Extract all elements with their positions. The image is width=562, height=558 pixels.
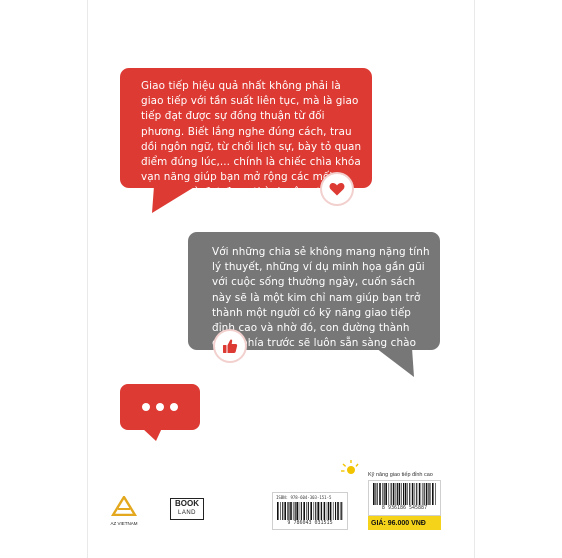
ellipsis-icon	[142, 403, 150, 411]
ellipsis-icon	[170, 403, 178, 411]
isbn-barcode-box: ISBN: 978-604-303-151-5 9 786043 031515	[272, 492, 348, 530]
quote-bubble-red: Giao tiếp hiệu quả nhất không phải là gi…	[120, 68, 372, 214]
az-vietnam-name: AZ VIETNAM	[110, 521, 138, 526]
price-barcode-digits: 8 936186 545887	[381, 505, 428, 511]
bubble-tail-dots	[142, 428, 162, 441]
bubble-tail-gray	[376, 348, 414, 377]
isbn-digits: 9 786043 031515	[287, 520, 333, 526]
bookland-line2: LAND	[177, 510, 196, 516]
thumbs-up-badge	[215, 331, 245, 361]
az-logo-icon	[110, 494, 138, 517]
az-vietnam-logo: AZ VIETNAM	[108, 494, 140, 526]
bubble-tail-red	[152, 186, 196, 213]
price-barcode-box: 8 936186 545887	[368, 480, 441, 516]
price-barcode	[373, 483, 436, 505]
ellipsis-icon	[156, 403, 164, 411]
bookland-logo: BOOK LAND	[170, 498, 204, 520]
bookland-line1: BOOK	[175, 499, 199, 508]
sun-icon	[341, 460, 359, 474]
typing-bubble	[120, 384, 200, 430]
barcode-book-title: Kỹ năng giao tiếp đỉnh cao	[368, 472, 433, 478]
heart-icon	[329, 182, 345, 196]
isbn-label: ISBN: 978-604-303-151-5	[276, 495, 332, 500]
heart-badge	[322, 174, 352, 204]
price-label: GIÁ: 96.000 VNĐ	[368, 516, 441, 530]
thumbs-up-icon	[223, 339, 238, 353]
isbn-barcode	[277, 502, 343, 520]
